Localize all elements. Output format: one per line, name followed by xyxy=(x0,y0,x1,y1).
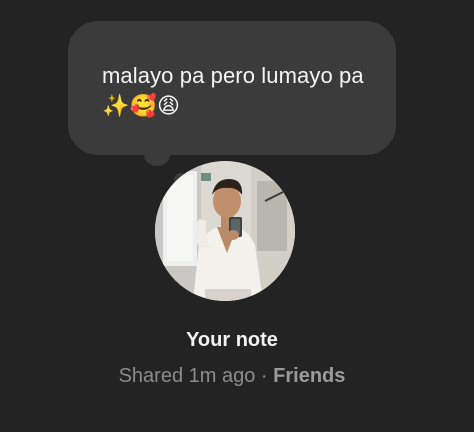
note-text: malayo pa pero lumayo pa ✨🥰😩 xyxy=(102,63,370,118)
note-bubble-tail xyxy=(144,144,170,166)
meta-separator: · xyxy=(255,365,274,387)
audience-label[interactable]: Friends xyxy=(273,365,345,387)
avatar-photo xyxy=(155,161,295,301)
owner-label: Your note xyxy=(186,329,278,351)
note-bubble[interactable]: malayo pa pero lumayo pa ✨🥰😩 xyxy=(68,21,396,155)
note-meta: Shared 1m ago · Friends xyxy=(0,365,464,388)
shared-time: Shared 1m ago xyxy=(118,365,256,387)
avatar[interactable] xyxy=(155,161,295,301)
